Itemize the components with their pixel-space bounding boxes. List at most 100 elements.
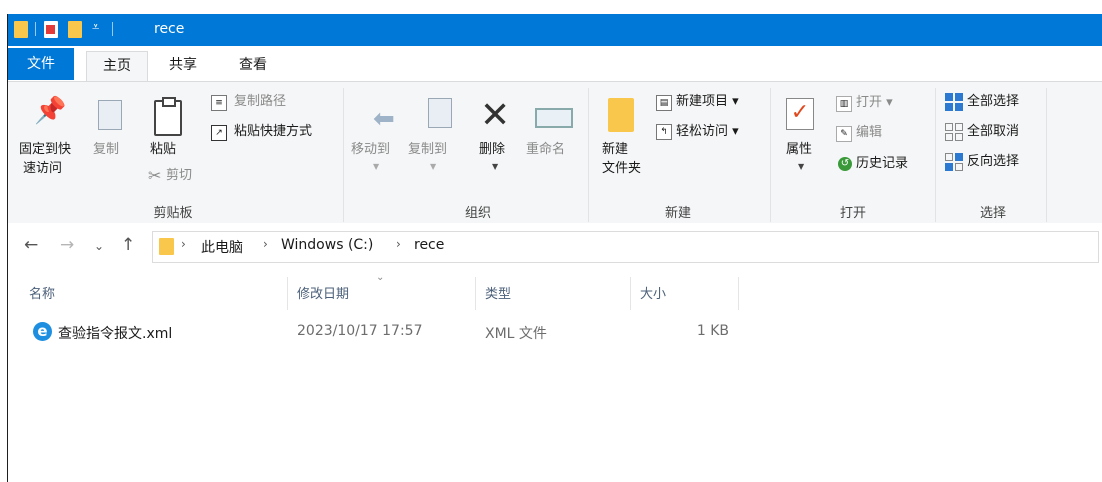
group-separator (770, 88, 771, 222)
back-arrow-icon[interactable]: ← (24, 235, 38, 255)
tab-view[interactable]: 查看 (226, 51, 280, 85)
breadcrumb-chevron-icon[interactable]: › (396, 237, 401, 251)
group-separator (1046, 88, 1047, 222)
file-modified: 2023/10/17 17:57 (297, 323, 423, 339)
new-folder-button[interactable]: 新建 文件夹 (602, 140, 641, 178)
copy-icon (98, 100, 122, 130)
rename-icon (535, 108, 573, 128)
pin-icon: 📌 (34, 96, 67, 126)
sort-chevron-icon: ⌄ (376, 272, 385, 283)
new-folder-icon (608, 98, 634, 132)
separator (112, 22, 113, 36)
new-item-icon: ▤ (656, 95, 672, 111)
group-label-clipboard: 剪贴板 (153, 206, 193, 221)
group-separator (935, 88, 936, 222)
select-none-button[interactable]: 全部取消 (967, 122, 1019, 141)
properties-icon: ✓ (786, 98, 814, 130)
group-label-open: 打开 (839, 206, 866, 221)
new-item-button[interactable]: 新建项目 ▾ (676, 92, 739, 111)
copy-to-button[interactable]: 复制到 (408, 140, 447, 159)
file-name[interactable]: 查验指令报文.xml (58, 323, 172, 343)
new-folder-quick-icon[interactable] (68, 21, 82, 38)
group-separator (343, 88, 344, 222)
column-size[interactable]: 大小 (640, 283, 666, 302)
column-headers: ⌄ 名称 修改日期 类型 大小 (8, 272, 1102, 313)
copy-path-button[interactable]: 复制路径 (234, 92, 286, 111)
invert-selection-icon (945, 153, 963, 171)
group-label-select: 选择 (979, 206, 1006, 221)
quick-access-dropdown-icon[interactable]: ⩡ (92, 20, 99, 35)
scissors-icon: ✂ (148, 166, 162, 185)
chevron-down-icon: ▼ (373, 162, 380, 171)
chevron-down-icon: ▼ (798, 162, 805, 171)
file-size: 1 KB (696, 323, 729, 339)
cut-button[interactable]: 剪切 (166, 166, 192, 185)
copy-button[interactable]: 复制 (93, 140, 119, 159)
edit-button[interactable]: 编辑 (856, 123, 882, 142)
select-all-icon (945, 93, 963, 111)
forward-arrow-icon[interactable]: → (60, 235, 74, 255)
chevron-down-icon: ▼ (492, 162, 499, 171)
tab-home[interactable]: 主页 (86, 51, 148, 82)
column-name[interactable]: 名称 (29, 283, 55, 302)
address-bar-row: ← → ⌄ ↑ › 此电脑 › Windows (C:) › rece (8, 223, 1102, 269)
column-divider[interactable] (287, 277, 288, 310)
column-divider[interactable] (475, 277, 476, 310)
invert-selection-button[interactable]: 反向选择 (967, 152, 1019, 171)
easy-access-button[interactable]: 轻松访问 ▾ (676, 122, 739, 141)
properties-button[interactable]: 属性 (786, 140, 812, 159)
easy-access-icon: ↰ (656, 124, 672, 140)
move-to-icon: ⬅ (373, 104, 395, 134)
breadcrumb-chevron-icon[interactable]: › (181, 237, 186, 251)
tab-file[interactable]: 文件 (8, 48, 74, 80)
group-label-new: 新建 (664, 206, 691, 221)
tab-share[interactable]: 共享 (156, 51, 210, 85)
chevron-down-icon: ▼ (430, 162, 437, 171)
breadcrumb-this-pc[interactable]: 此电脑 (201, 237, 243, 257)
new-folder-line2: 文件夹 (602, 161, 642, 176)
file-row[interactable]: e 查验指令报文.xml 2023/10/17 17:57 XML 文件 1 K… (8, 316, 1102, 348)
column-divider[interactable] (630, 277, 631, 310)
delete-button[interactable]: 删除 (479, 140, 505, 159)
rename-button[interactable]: 重命名 (526, 140, 565, 159)
ribbon-tabs: 文件 主页 共享 查看 (8, 46, 1102, 82)
delete-icon: ✕ (480, 95, 511, 136)
column-modified[interactable]: 修改日期 (297, 283, 349, 302)
properties-quick-icon[interactable] (44, 21, 58, 38)
file-type: XML 文件 (485, 326, 547, 342)
breadcrumb-drive-c[interactable]: Windows (C:) (281, 237, 373, 253)
folder-icon (159, 238, 174, 255)
copy-to-icon (428, 98, 452, 128)
select-all-button[interactable]: 全部选择 (967, 92, 1019, 111)
folder-icon (14, 21, 28, 38)
explorer-window: ⩡ rece 文件 主页 共享 查看 📌 固定到快 速访问 复制 粘贴 ≡ 复制… (0, 0, 1102, 482)
recent-locations-chevron-icon[interactable]: ⌄ (94, 239, 104, 253)
copy-path-icon: ≡ (211, 95, 227, 111)
breadcrumb-rece[interactable]: rece (414, 237, 444, 253)
paste-icon (154, 97, 182, 136)
history-button[interactable]: 历史记录 (856, 154, 908, 173)
up-arrow-icon[interactable]: ↑ (121, 235, 135, 255)
group-separator (588, 88, 589, 222)
title-bar: ⩡ rece (8, 14, 1102, 46)
new-item-label: 新建项目 (676, 94, 729, 109)
separator (35, 22, 36, 36)
pin-quick-access-button[interactable]: 固定到快 速访问 (19, 140, 71, 178)
breadcrumb-chevron-icon[interactable]: › (263, 237, 268, 251)
easy-access-label: 轻松访问 (676, 124, 729, 139)
window-title: rece (154, 21, 185, 37)
edit-icon: ✎ (836, 126, 852, 142)
pin-label-line2: 速访问 (23, 161, 63, 176)
move-to-button[interactable]: 移动到 (351, 140, 390, 159)
address-input[interactable]: › 此电脑 › Windows (C:) › rece (152, 231, 1099, 263)
new-folder-line1: 新建 (602, 142, 629, 157)
paste-shortcut-icon: ↗ (211, 125, 227, 141)
ie-xml-icon: e (33, 322, 52, 341)
paste-button[interactable]: 粘贴 (150, 140, 176, 159)
column-divider[interactable] (738, 277, 739, 310)
open-button[interactable]: 打开 ▾ (856, 93, 893, 112)
paste-shortcut-button[interactable]: 粘贴快捷方式 (234, 122, 312, 141)
column-type[interactable]: 类型 (485, 283, 511, 302)
group-label-organize: 组织 (464, 206, 491, 221)
open-label: 打开 (856, 95, 883, 110)
